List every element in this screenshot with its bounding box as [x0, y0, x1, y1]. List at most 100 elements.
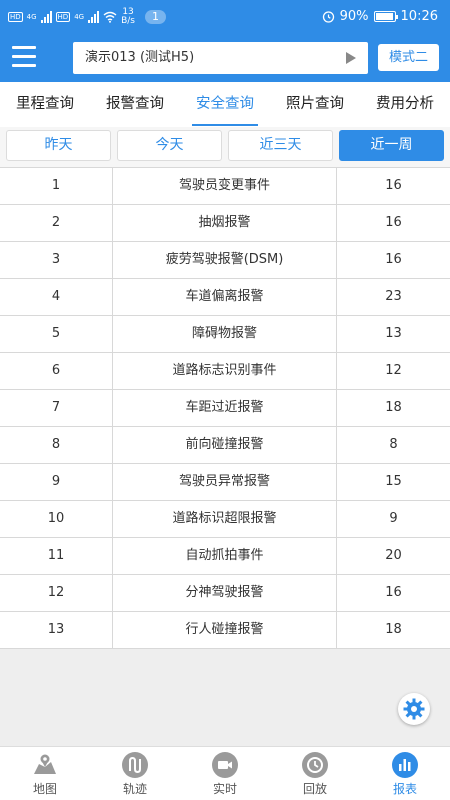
status-right: 90% 10:26: [322, 9, 438, 24]
net-speed: 13 B/s: [121, 7, 135, 26]
row-number: 12: [0, 575, 113, 611]
nav-replay[interactable]: 回放: [270, 747, 360, 800]
table-row[interactable]: 4 车道偏离报警 23: [0, 279, 450, 316]
safety-table: 1 驾驶员变更事件 16 2 抽烟报警 16 3 疲劳驾驶报警(DSM) 16 4 车道偏离报…: [0, 167, 450, 649]
clock: 10:26: [400, 9, 438, 24]
filter-week[interactable]: 近一周: [339, 130, 444, 161]
event-count: 18: [385, 622, 402, 637]
hd-badge-1: HD: [8, 12, 23, 22]
row-number: 13: [0, 612, 113, 648]
report-icon: [392, 752, 418, 778]
menu-icon[interactable]: [12, 46, 36, 68]
row-number: 7: [0, 390, 113, 426]
table-row[interactable]: 1 驾驶员变更事件 16: [0, 168, 450, 205]
event-name: 道路标识超限报警: [113, 501, 337, 537]
event-name: 分神驾驶报警: [113, 575, 337, 611]
filter-today[interactable]: 今天: [117, 130, 222, 161]
vehicle-name: 演示013 (测试H5): [85, 50, 195, 65]
tab-photo[interactable]: 照片查询: [270, 82, 360, 127]
row-number: 1: [0, 168, 113, 204]
table-row[interactable]: 7 车距过近报警 18: [0, 390, 450, 427]
event-name: 车距过近报警: [113, 390, 337, 426]
nav-label: 报表: [392, 782, 417, 796]
nav-label: 地图: [32, 782, 57, 796]
replay-icon: [302, 752, 328, 778]
table-row[interactable]: 10 道路标识超限报警 9: [0, 501, 450, 538]
map-icon: [32, 752, 58, 778]
hd-badge-2: HD: [55, 12, 71, 22]
table-row[interactable]: 3 疲劳驾驶报警(DSM) 16: [0, 242, 450, 279]
table-row[interactable]: 2 抽烟报警 16: [0, 205, 450, 242]
event-name: 道路标志识别事件: [113, 353, 337, 389]
row-number: 8: [0, 427, 113, 463]
table-row[interactable]: 12 分神驾驶报警 16: [0, 575, 450, 612]
event-count: 15: [385, 474, 402, 489]
event-name: 疲劳驾驶报警(DSM): [113, 242, 337, 278]
event-count: 8: [389, 437, 398, 452]
nav-label: 轨迹: [122, 782, 147, 796]
track-icon: [122, 752, 148, 778]
event-count: 23: [385, 289, 402, 304]
table-row[interactable]: 11 自动抓拍事件 20: [0, 538, 450, 575]
query-tabs: 里程查询 报警查询 安全查询 照片查询 费用分析: [0, 82, 450, 127]
row-number: 11: [0, 538, 113, 574]
filter-yesterday[interactable]: 昨天: [6, 130, 111, 161]
nav-track[interactable]: 轨迹: [90, 747, 180, 800]
filter-three-days[interactable]: 近三天: [228, 130, 333, 161]
signal-label-2: 4G: [74, 13, 85, 21]
event-name: 驾驶员变更事件: [113, 168, 337, 204]
row-number: 4: [0, 279, 113, 315]
nav-realtime[interactable]: 实时: [180, 747, 270, 800]
play-icon[interactable]: [346, 52, 356, 64]
event-name: 行人碰撞报警: [113, 612, 337, 648]
table-row[interactable]: 13 行人碰撞报警 18: [0, 612, 450, 649]
wifi-icon: [103, 11, 117, 23]
row-number: 3: [0, 242, 113, 278]
event-name: 抽烟报警: [113, 205, 337, 241]
event-count: 16: [385, 215, 402, 230]
row-number: 9: [0, 464, 113, 500]
event-name: 自动抓拍事件: [113, 538, 337, 574]
mode-button[interactable]: 模式二: [378, 44, 439, 71]
tab-mileage[interactable]: 里程查询: [0, 82, 90, 127]
nav-report[interactable]: 报表: [360, 747, 450, 800]
event-count: 18: [385, 400, 402, 415]
table-row[interactable]: 9 驾驶员异常报警 15: [0, 464, 450, 501]
event-count: 16: [385, 585, 402, 600]
alarm-icon: [322, 11, 334, 23]
event-name: 前向碰撞报警: [113, 427, 337, 463]
event-count: 20: [385, 548, 402, 563]
row-number: 2: [0, 205, 113, 241]
nav-label: 回放: [302, 782, 327, 796]
video-icon: [212, 752, 238, 778]
event-count: 16: [385, 178, 402, 193]
event-count: 16: [385, 252, 402, 267]
battery-icon: [373, 11, 398, 22]
event-name: 驾驶员异常报警: [113, 464, 337, 500]
bottom-nav: 地图 轨迹 实时 回放 报表: [0, 746, 450, 800]
vehicle-selector[interactable]: 演示013 (测试H5): [73, 42, 368, 74]
nav-map[interactable]: 地图: [0, 747, 90, 800]
row-number: 5: [0, 316, 113, 352]
row-number: 6: [0, 353, 113, 389]
battery-percent: 90%: [339, 9, 369, 24]
event-count: 9: [389, 511, 398, 526]
tab-cost[interactable]: 费用分析: [360, 82, 450, 127]
event-name: 障碍物报警: [113, 316, 337, 352]
event-name: 车道偏离报警: [113, 279, 337, 315]
status-left: HD 4G HD 4G 13 B/s 1: [8, 8, 166, 26]
signal-icon: [40, 11, 52, 23]
tab-safety[interactable]: 安全查询: [180, 82, 270, 127]
settings-button[interactable]: [398, 693, 430, 725]
table-row[interactable]: 8 前向碰撞报警 8: [0, 427, 450, 464]
status-bar: HD 4G HD 4G 13 B/s 1 90% 10:26: [0, 0, 450, 34]
gear-icon: [403, 698, 425, 720]
tab-alarm[interactable]: 报警查询: [90, 82, 180, 127]
app-header: 演示013 (测试H5) 模式二: [0, 34, 450, 82]
table-row[interactable]: 6 道路标志识别事件 12: [0, 353, 450, 390]
event-count: 12: [385, 363, 402, 378]
row-number: 10: [0, 501, 113, 537]
notification-badge: 1: [145, 10, 166, 24]
table-row[interactable]: 5 障碍物报警 13: [0, 316, 450, 353]
nav-label: 实时: [212, 782, 237, 796]
